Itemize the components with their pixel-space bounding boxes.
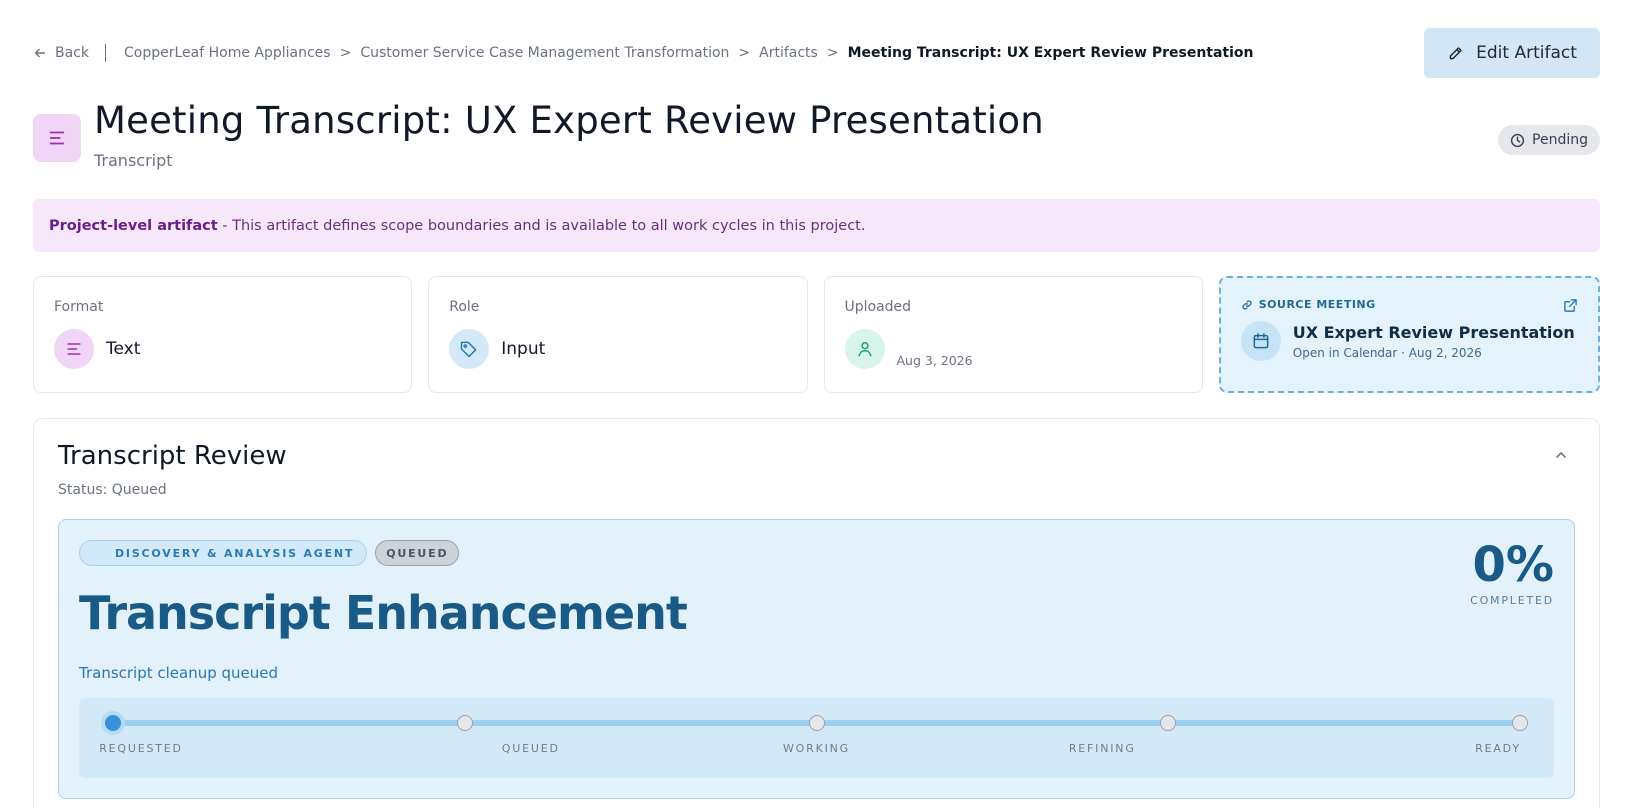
job-tags: DISCOVERY & ANALYSIS AGENT QUEUED xyxy=(79,540,460,566)
breadcrumb: CopperLeaf Home Appliances > Customer Se… xyxy=(124,45,1254,61)
role-icon-wrap xyxy=(449,329,490,369)
source-meeting-card[interactable]: SOURCE MEETING UX Expert Review Presenta… xyxy=(1218,276,1600,393)
breadcrumb-current: Meeting Transcript: UX Expert Review Pre… xyxy=(847,45,1254,61)
stage-node-requested xyxy=(105,715,121,731)
top-bar: Back CopperLeaf Home Appliances > Custom… xyxy=(33,28,1600,78)
stage-node-working xyxy=(808,715,825,731)
status-badge-label: Pending xyxy=(1532,132,1588,148)
tag-icon xyxy=(461,341,477,358)
uploaded-card: Uploaded Aug 3, 2026 xyxy=(823,276,1203,393)
page-title: Meeting Transcript: UX Expert Review Pre… xyxy=(94,99,1044,142)
project-level-banner: Project-level artifact - This artifact d… xyxy=(33,199,1600,252)
stage-label-requested: REQUESTED xyxy=(99,742,183,755)
job-heading: Transcript Enhancement xyxy=(79,586,688,640)
pencil-icon xyxy=(1449,46,1462,59)
text-lines-icon xyxy=(49,131,65,145)
edit-artifact-button[interactable]: Edit Artifact xyxy=(1424,28,1600,78)
user-avatar xyxy=(844,329,885,369)
breadcrumb-separator: > xyxy=(738,45,751,61)
metadata-cards: Format Text Role Input Uploaded Aug 3, 2… xyxy=(33,276,1600,393)
stage-progress: REQUESTED QUEUED WORKING REFINING READY xyxy=(79,698,1554,778)
chevron-up-icon[interactable] xyxy=(1553,447,1569,463)
back-link[interactable]: Back xyxy=(33,45,89,61)
back-label: Back xyxy=(55,45,89,61)
stage-node-refining xyxy=(1160,715,1177,731)
clock-icon xyxy=(1510,133,1525,147)
calendar-icon xyxy=(1253,333,1269,349)
format-icon-wrap xyxy=(54,329,94,369)
breadcrumb-client[interactable]: CopperLeaf Home Appliances xyxy=(124,45,331,61)
status-badge: Pending xyxy=(1498,125,1600,155)
agent-tag: DISCOVERY & ANALYSIS AGENT xyxy=(79,540,368,566)
queued-tag: QUEUED xyxy=(375,540,460,566)
banner-text: - This artifact defines scope boundaries… xyxy=(217,217,866,234)
breadcrumb-separator: > xyxy=(339,45,352,61)
divider xyxy=(105,44,106,62)
source-meeting-label-text: SOURCE MEETING xyxy=(1258,298,1376,311)
format-label: Format xyxy=(54,299,104,315)
stage-label-working: WORKING xyxy=(783,742,850,755)
completion-percent: 0% COMPLETED xyxy=(1470,538,1554,607)
format-value: Text xyxy=(106,339,141,359)
percent-label: COMPLETED xyxy=(1470,594,1554,607)
format-card: Format Text xyxy=(33,276,413,393)
breadcrumb-separator: > xyxy=(826,45,839,61)
source-meeting-label: SOURCE MEETING xyxy=(1241,298,1578,311)
breadcrumb-artifacts[interactable]: Artifacts xyxy=(759,45,818,61)
stage-label-ready: READY xyxy=(1475,742,1521,755)
transcript-review-panel: Transcript Review Status: Queued DISCOVE… xyxy=(33,418,1600,808)
stage-node-ready xyxy=(1512,715,1528,731)
link-icon xyxy=(1242,299,1252,310)
role-label: Role xyxy=(449,299,480,315)
edit-artifact-label: Edit Artifact xyxy=(1476,43,1577,63)
source-meeting-title: UX Expert Review Presentation xyxy=(1292,322,1575,342)
uploaded-label: Uploaded xyxy=(844,299,912,315)
uploaded-date: Aug 3, 2026 xyxy=(896,352,973,368)
banner-strong: Project-level artifact xyxy=(49,217,218,234)
transcript-type-icon xyxy=(33,114,81,162)
job-description: Transcript cleanup queued xyxy=(79,664,279,682)
source-meeting-subtitle: Open in Calendar · Aug 2, 2026 xyxy=(1292,345,1482,360)
stage-label-refining: REFINING xyxy=(1068,742,1136,755)
external-link-icon[interactable] xyxy=(1563,298,1578,313)
calendar-icon-wrap xyxy=(1240,321,1281,361)
user-icon xyxy=(857,342,872,357)
percent-value: 0% xyxy=(1472,537,1555,593)
stage-label-queued: QUEUED xyxy=(501,742,560,755)
role-value: Input xyxy=(501,339,546,359)
arrow-left-icon xyxy=(34,48,46,58)
breadcrumb-project[interactable]: Customer Service Case Management Transfo… xyxy=(360,45,729,61)
text-lines-icon xyxy=(67,343,81,355)
stage-node-queued xyxy=(456,715,473,731)
page-subtitle: Transcript xyxy=(94,151,173,170)
role-card: Role Input xyxy=(428,276,808,393)
review-title: Transcript Review xyxy=(58,441,287,471)
agent-job-card: DISCOVERY & ANALYSIS AGENT QUEUED Transc… xyxy=(58,519,1575,799)
review-status: Status: Queued xyxy=(58,482,167,498)
